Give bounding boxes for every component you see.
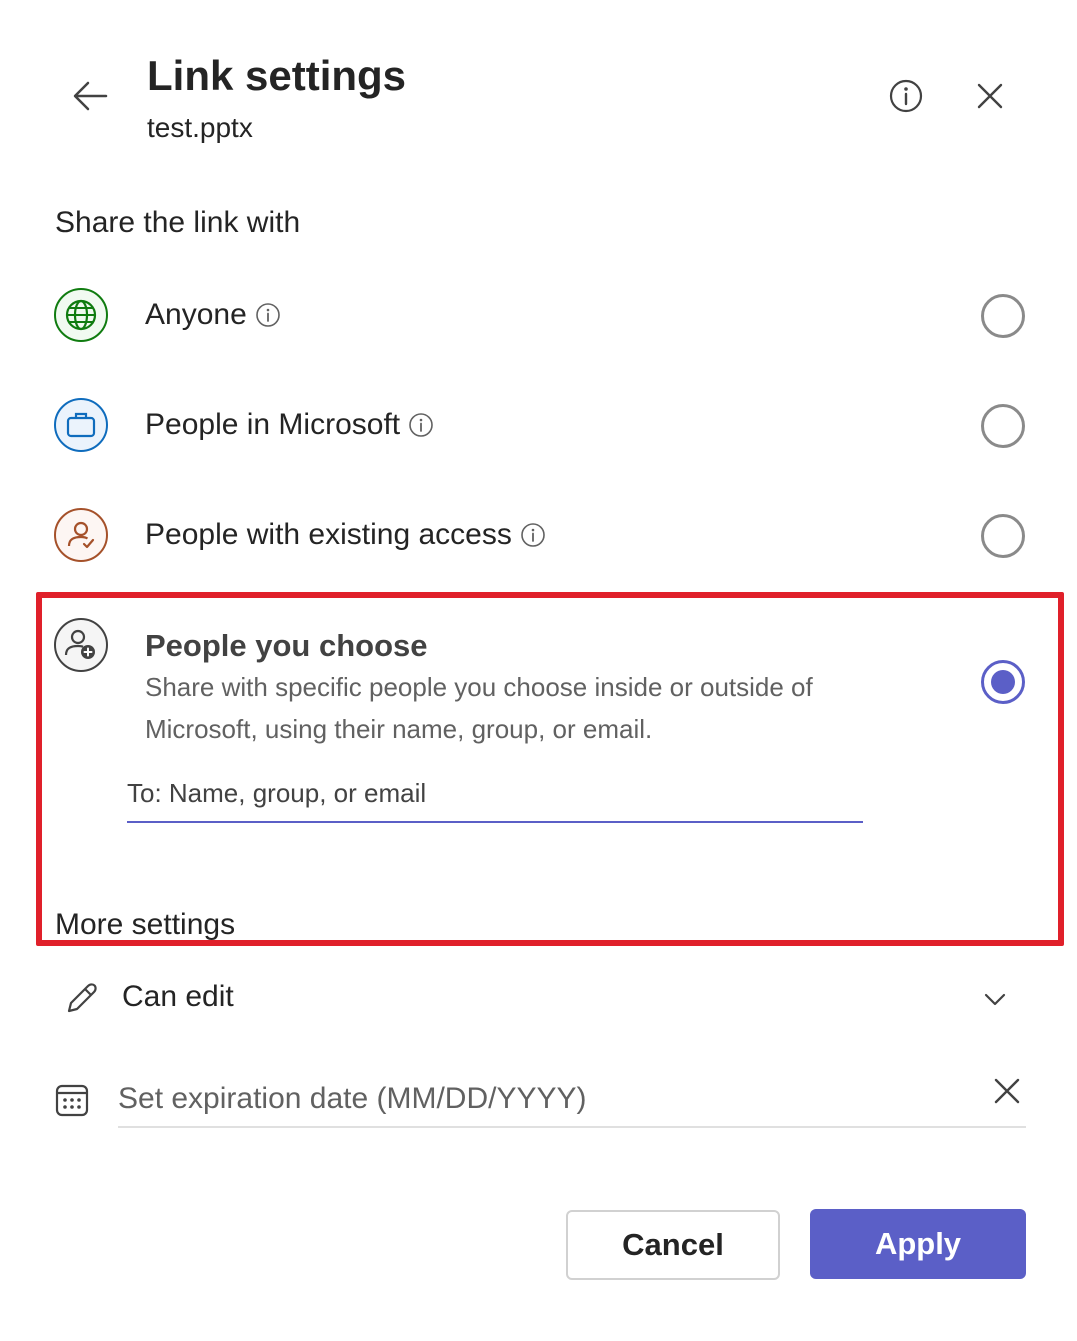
close-icon: [994, 1078, 1020, 1104]
option-label: People you choose: [145, 628, 428, 663]
info-icon[interactable]: [520, 522, 546, 548]
close-button[interactable]: [972, 78, 1008, 114]
option-anyone[interactable]: Anyone: [40, 278, 1040, 356]
back-button[interactable]: [70, 76, 110, 116]
more-settings-heading: More settings: [55, 908, 236, 941]
option-label: Anyone: [145, 298, 247, 331]
cancel-button[interactable]: Cancel: [566, 1210, 780, 1280]
page-title: Link settings: [147, 52, 407, 99]
option-existing-access[interactable]: People with existing access: [40, 498, 1040, 576]
option-label: People with existing access: [145, 518, 512, 551]
option-label: People in Microsoft: [145, 408, 401, 441]
recipient-input[interactable]: [127, 765, 863, 823]
arrow-left-icon: [73, 81, 108, 111]
radio-anyone[interactable]: [981, 294, 1025, 338]
pencil-icon: [67, 983, 97, 1013]
option-description: Share with specific people you choose in…: [145, 672, 813, 744]
dropdown-toggle[interactable]: [980, 984, 1010, 1014]
file-name: test.pptx: [147, 112, 253, 143]
radio-people-in-org[interactable]: [981, 404, 1025, 448]
info-button[interactable]: [888, 78, 924, 114]
info-icon[interactable]: [255, 302, 281, 328]
radio-existing-access[interactable]: [981, 514, 1025, 558]
info-icon[interactable]: [408, 412, 434, 438]
calendar-icon: [54, 1082, 90, 1118]
radio-dot: [991, 670, 1015, 694]
radio-people-you-choose[interactable]: [981, 660, 1025, 704]
clear-expiration-button[interactable]: [990, 1074, 1024, 1108]
permission-label[interactable]: Can edit: [122, 980, 234, 1014]
expiration-date-input[interactable]: [118, 1072, 1026, 1128]
briefcase-icon: [54, 398, 108, 452]
person-check-icon: [54, 508, 108, 562]
apply-button[interactable]: Apply: [810, 1209, 1026, 1279]
chevron-down-icon: [984, 993, 1006, 1006]
info-icon: [889, 79, 923, 113]
option-people-in-org[interactable]: People in Microsoft: [40, 388, 1040, 466]
globe-icon: [54, 288, 108, 342]
close-icon: [977, 83, 1003, 109]
share-heading: Share the link with: [55, 206, 301, 239]
person-add-icon: [54, 618, 108, 672]
